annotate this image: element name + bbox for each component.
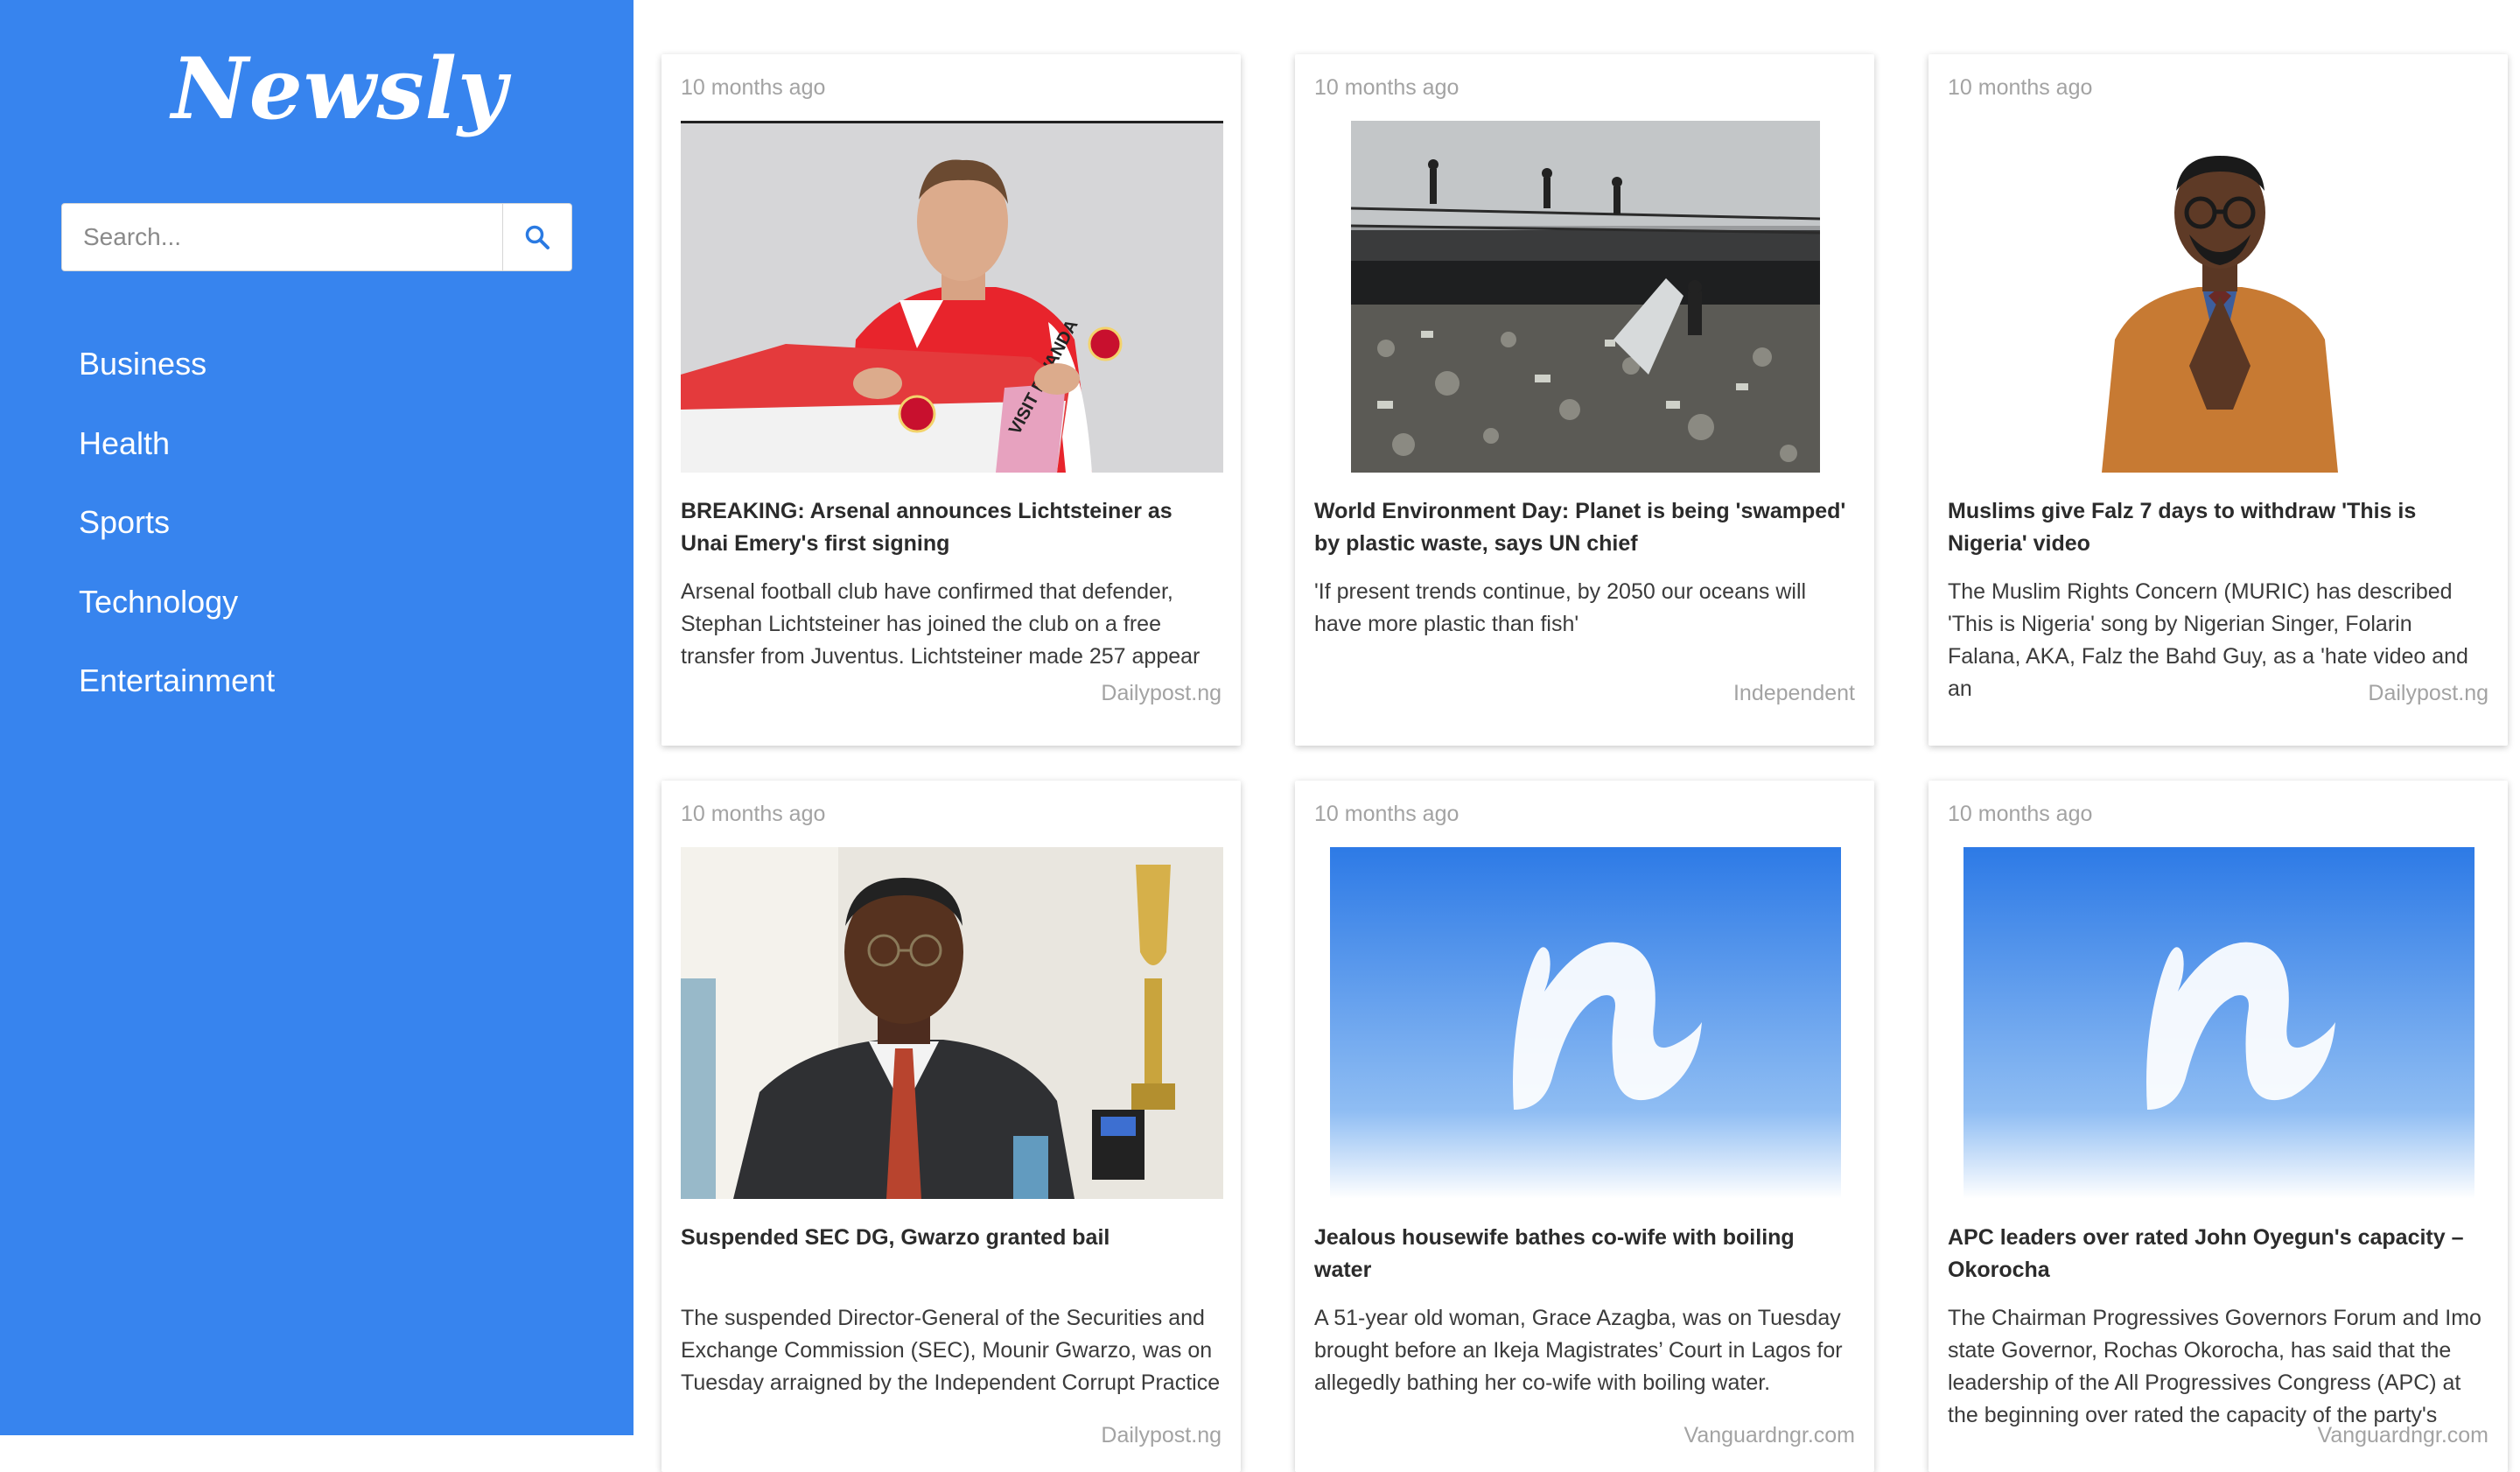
category-nav: Business Health Sports Technology Entert… (79, 338, 275, 734)
article-image[interactable] (681, 847, 1223, 1199)
news-card[interactable]: 10 months ago (662, 781, 1241, 1472)
article-title[interactable]: APC leaders over rated John Oyegun's cap… (1948, 1222, 2488, 1286)
article-time: 10 months ago (681, 802, 826, 826)
article-title[interactable]: Muslims give Falz 7 days to withdraw 'Th… (1948, 495, 2488, 560)
newsly-placeholder (1330, 847, 1841, 1199)
article-description: A 51-year old woman, Grace Azagba, was o… (1314, 1306, 1843, 1395)
article-image[interactable] (1351, 121, 1820, 473)
article-source[interactable]: Vanguardngr.com (1684, 1423, 1856, 1448)
news-card[interactable]: 10 months ago (1295, 54, 1874, 746)
article-source[interactable]: Vanguardngr.com (2318, 1423, 2489, 1448)
article-time: 10 months ago (1948, 75, 2093, 100)
article-source[interactable]: Dailypost.ng (1101, 681, 1222, 706)
portrait-photo (1953, 121, 2485, 473)
news-card[interactable]: 10 months ago APC leaders over rated Joh… (1928, 781, 2508, 1472)
footballer-photo: VISIT RWANDA (681, 121, 1223, 473)
nav-item-health[interactable]: Health (79, 417, 275, 497)
nav-item-sports[interactable]: Sports (79, 496, 275, 576)
news-feed: 10 months ago VISIT RWANDA BREAKING: Ars… (634, 0, 2520, 1472)
logo[interactable]: Newsly (172, 47, 508, 131)
news-card[interactable]: 10 months ago VISIT RWANDA BREAKING: Ars… (662, 54, 1241, 746)
article-title[interactable]: Jealous housewife bathes co-wife with bo… (1314, 1222, 1855, 1286)
article-source[interactable]: Dailypost.ng (1101, 1423, 1222, 1448)
placeholder-image[interactable] (1330, 847, 1841, 1199)
sidebar: Newsly Business Health Sports Technology… (0, 0, 634, 1435)
article-description: Arsenal football club have confirmed tha… (681, 579, 1200, 669)
article-description: 'If present trends continue, by 2050 our… (1314, 579, 1807, 636)
search-input[interactable] (61, 203, 502, 271)
article-title[interactable]: Suspended SEC DG, Gwarzo granted bail (681, 1222, 1222, 1254)
nav-item-entertainment[interactable]: Entertainment (79, 655, 275, 734)
search-bar (61, 203, 572, 271)
article-image[interactable] (1953, 121, 2485, 473)
news-card[interactable]: 10 months ago Jealous housewife bathes c… (1295, 781, 1874, 1472)
article-time: 10 months ago (681, 75, 826, 100)
article-time: 10 months ago (1314, 75, 1460, 100)
article-source[interactable]: Independent (1733, 681, 1855, 706)
article-source[interactable]: Dailypost.ng (2368, 681, 2488, 706)
plastic-waste-photo (1351, 121, 1820, 473)
newsly-placeholder (1964, 847, 2474, 1199)
nav-item-technology[interactable]: Technology (79, 576, 275, 655)
nav-item-business[interactable]: Business (79, 338, 275, 417)
article-time: 10 months ago (1314, 802, 1460, 826)
placeholder-image[interactable] (1964, 847, 2474, 1199)
article-description: The suspended Director-General of the Se… (681, 1306, 1221, 1395)
article-title[interactable]: World Environment Day: Planet is being '… (1314, 495, 1855, 560)
search-button[interactable] (502, 203, 572, 271)
search-icon (525, 225, 550, 249)
article-image[interactable]: VISIT RWANDA (681, 121, 1223, 473)
news-card[interactable]: 10 months ago Muslims give Falz 7 days t… (1928, 54, 2508, 746)
article-time: 10 months ago (1948, 802, 2093, 826)
official-photo (681, 847, 1223, 1199)
article-title[interactable]: BREAKING: Arsenal announces Lichtsteiner… (681, 495, 1222, 560)
article-description: The Chairman Progressives Governors Foru… (1948, 1306, 2482, 1427)
